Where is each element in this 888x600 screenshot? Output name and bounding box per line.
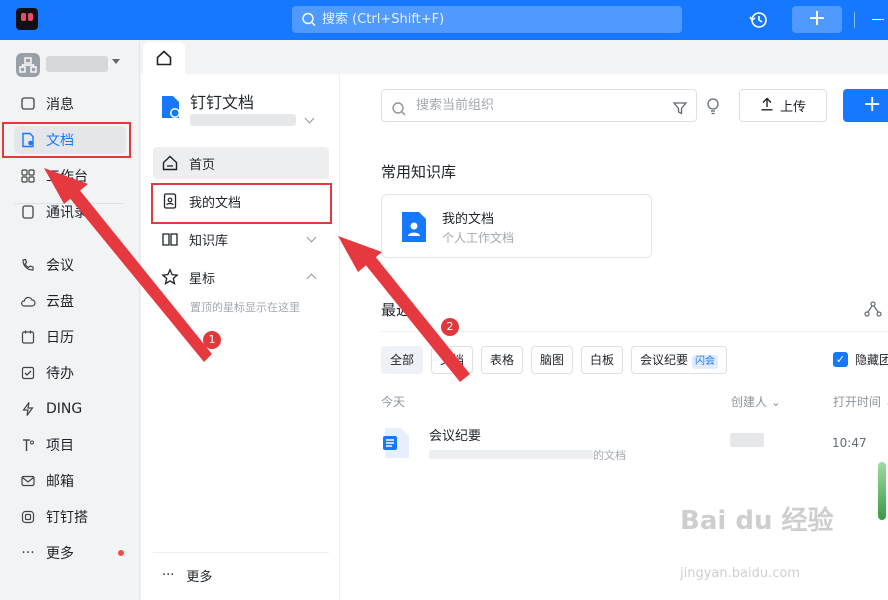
arrow-1-shaft [68, 188, 212, 362]
watermark-url: jingyan.baidu.com [680, 566, 800, 581]
annotation-badge-2: 2 [441, 318, 459, 336]
watermark: Bai du 经验 [680, 506, 834, 536]
annotation-badge-1: 1 [203, 331, 221, 349]
arrow-2-shaft [360, 250, 470, 382]
